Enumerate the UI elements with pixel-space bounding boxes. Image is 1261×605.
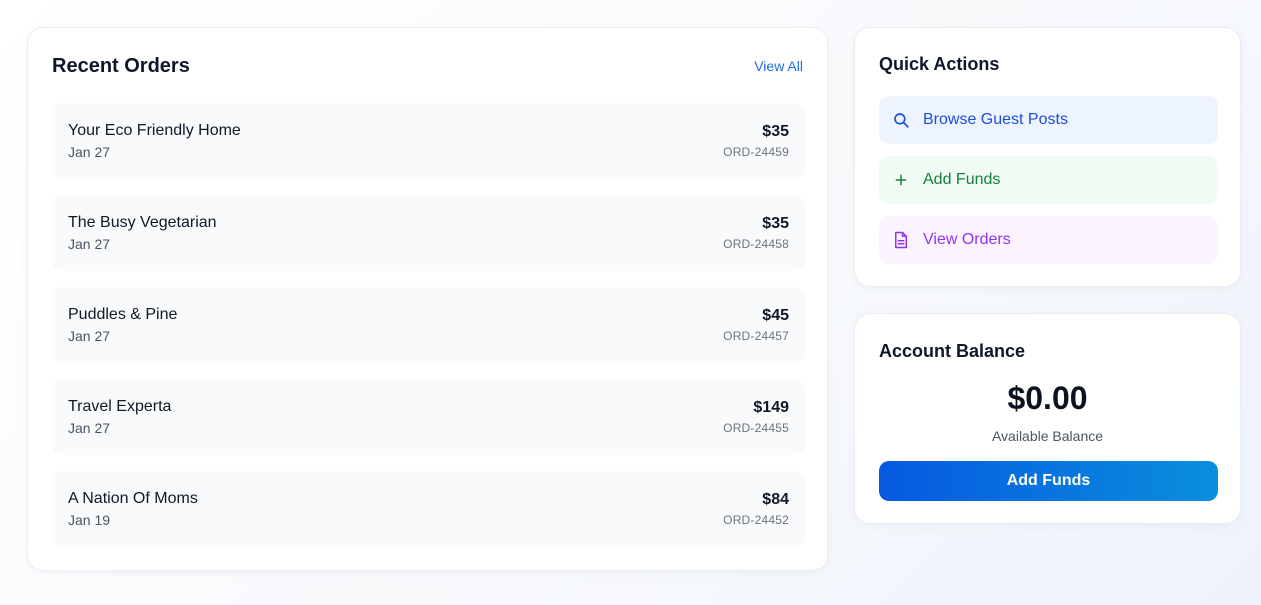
recent-orders-title: Recent Orders	[52, 54, 190, 77]
order-date: Jan 27	[68, 420, 111, 436]
browse-guest-posts-label: Browse Guest Posts	[923, 111, 1068, 128]
order-info: Travel Experta Jan 27	[68, 398, 171, 436]
browse-guest-posts-button[interactable]: Browse Guest Posts	[879, 96, 1218, 144]
order-date: Jan 19	[68, 512, 111, 528]
order-row[interactable]: Your Eco Friendly Home Jan 27 $35 ORD-24…	[52, 103, 805, 179]
recent-orders-header: Recent Orders View All	[52, 52, 803, 80]
order-id: ORD-24452	[723, 513, 789, 527]
account-balance-card: Account Balance $0.00 Available Balance …	[854, 313, 1241, 524]
recent-orders-card: Recent Orders View All Your Eco Friendly…	[27, 27, 828, 571]
order-row[interactable]: Travel Experta Jan 27 $149 ORD-24455	[52, 379, 805, 455]
order-info: The Busy Vegetarian Jan 27	[68, 214, 217, 252]
order-date: Jan 27	[68, 236, 111, 252]
balance-label: Available Balance	[991, 428, 1104, 444]
account-balance-title: Account Balance	[879, 341, 1026, 361]
order-meta: $149 ORD-24455	[723, 399, 789, 435]
order-row[interactable]: Puddles & Pine Jan 27 $45 ORD-24457	[52, 287, 805, 363]
order-id: ORD-24459	[723, 145, 789, 159]
order-price: $35	[762, 215, 789, 232]
view-all-link[interactable]: View All	[754, 58, 803, 74]
order-id: ORD-24455	[723, 421, 789, 435]
add-funds-button[interactable]: Add Funds	[879, 461, 1218, 501]
order-name: Puddles & Pine	[68, 306, 178, 323]
view-orders-label: View Orders	[923, 231, 1011, 248]
order-price: $45	[762, 307, 789, 324]
search-icon	[891, 110, 911, 130]
order-row[interactable]: The Busy Vegetarian Jan 27 $35 ORD-24458	[52, 195, 805, 271]
order-meta: $45 ORD-24457	[723, 307, 789, 343]
quick-actions-title: Quick Actions	[879, 54, 1000, 74]
order-info: A Nation Of Moms Jan 19	[68, 490, 198, 528]
balance-amount: $0.00	[1007, 380, 1088, 416]
view-orders-button[interactable]: View Orders	[879, 216, 1218, 264]
order-name: A Nation Of Moms	[68, 490, 198, 507]
order-name: The Busy Vegetarian	[68, 214, 217, 231]
orders-list: Your Eco Friendly Home Jan 27 $35 ORD-24…	[52, 103, 805, 563]
add-funds-action-button[interactable]: Add Funds	[879, 156, 1218, 204]
order-info: Puddles & Pine Jan 27	[68, 306, 177, 344]
order-meta: $84 ORD-24452	[723, 491, 789, 527]
order-info: Your Eco Friendly Home Jan 27	[68, 122, 241, 160]
order-id: ORD-24457	[723, 329, 789, 343]
order-price: $149	[753, 399, 789, 416]
add-funds-action-label: Add Funds	[923, 171, 1001, 188]
order-meta: $35 ORD-24459	[723, 123, 789, 159]
quick-actions-list: Browse Guest Posts Add Funds View Orders	[879, 96, 1218, 276]
order-meta: $35 ORD-24458	[723, 215, 789, 251]
order-price: $84	[762, 491, 789, 508]
order-id: ORD-24458	[723, 237, 789, 251]
order-name: Your Eco Friendly Home	[68, 122, 241, 139]
order-name: Travel Experta	[68, 398, 172, 415]
document-icon	[891, 230, 911, 250]
order-date: Jan 27	[68, 328, 111, 344]
quick-actions-card: Quick Actions Browse Guest Posts Add Fun…	[854, 27, 1241, 287]
order-price: $35	[762, 123, 789, 140]
order-row[interactable]: A Nation Of Moms Jan 19 $84 ORD-24452	[52, 471, 805, 547]
plus-icon	[891, 170, 911, 190]
order-date: Jan 27	[68, 144, 111, 160]
